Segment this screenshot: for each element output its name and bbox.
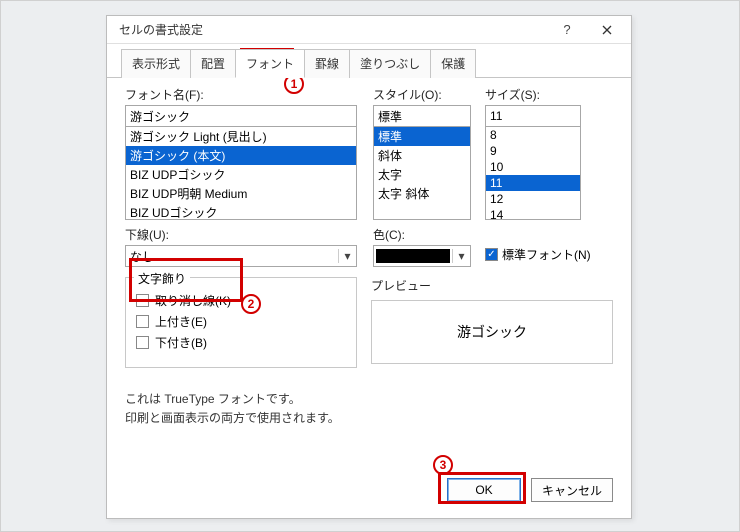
list-item[interactable]: BIZ UDP明朝 Medium	[126, 184, 356, 203]
font-name-input[interactable]	[125, 105, 357, 127]
strikethrough-checkbox[interactable]: 取り消し線(K)	[136, 292, 346, 309]
font-name-label: フォント名(F):	[125, 86, 357, 103]
titlebar: セルの書式設定 ?	[107, 16, 631, 44]
tab-alignment[interactable]: 配置	[190, 49, 236, 78]
font-style-input[interactable]	[373, 105, 471, 127]
subscript-label: 下付き(B)	[155, 334, 207, 351]
tab-border[interactable]: 罫線	[304, 49, 350, 78]
superscript-checkbox[interactable]: 上付き(E)	[136, 313, 346, 330]
checkbox-icon	[136, 315, 149, 328]
tab-strip: 表示形式 配置 フォント 罫線 塗りつぶし 保護	[107, 44, 631, 78]
color-swatch	[376, 249, 450, 263]
list-item[interactable]: 12	[486, 191, 580, 207]
list-item[interactable]: 8	[486, 127, 580, 143]
font-style-label: スタイル(O):	[373, 86, 471, 103]
note-line-2: 印刷と画面表示の両方で使用されます。	[125, 409, 613, 428]
underline-combo[interactable]: なし ▾	[125, 245, 357, 267]
list-item[interactable]: 9	[486, 143, 580, 159]
color-combo[interactable]: ▾	[373, 245, 471, 267]
underline-label: 下線(U):	[125, 226, 357, 243]
font-note: これは TrueType フォントです。 印刷と画面表示の両方で使用されます。	[125, 390, 613, 428]
format-cells-dialog: セルの書式設定 ? 表示形式 配置 フォント 罫線 塗りつぶし 保護 フォント名…	[106, 15, 632, 519]
list-item[interactable]: BIZ UDゴシック	[126, 203, 356, 220]
help-button[interactable]: ?	[547, 17, 587, 43]
ok-button[interactable]: OK	[447, 478, 521, 502]
underline-value: なし	[126, 248, 338, 265]
chevron-down-icon: ▾	[338, 249, 356, 263]
close-button[interactable]	[587, 17, 627, 43]
list-item[interactable]: 游ゴシック (本文)	[126, 146, 356, 165]
superscript-label: 上付き(E)	[155, 313, 207, 330]
color-label: 色(C):	[373, 226, 471, 243]
close-icon	[602, 25, 612, 35]
standard-font-checkbox[interactable]: ✓ 標準フォント(N)	[485, 246, 613, 263]
list-item[interactable]: 太字	[374, 165, 470, 184]
list-item[interactable]: 標準	[374, 127, 470, 146]
checkbox-icon	[136, 336, 149, 349]
list-item[interactable]: 14	[486, 207, 580, 220]
list-item[interactable]: 斜体	[374, 146, 470, 165]
dialog-buttons: OK キャンセル	[107, 468, 631, 518]
list-item[interactable]: 太字 斜体	[374, 184, 470, 203]
standard-font-label: 標準フォント(N)	[502, 246, 591, 263]
tab-number[interactable]: 表示形式	[121, 49, 191, 78]
checkbox-icon	[136, 294, 149, 307]
tab-protection[interactable]: 保護	[430, 49, 476, 78]
font-name-list[interactable]: 游ゴシック Light (見出し) 游ゴシック (本文) BIZ UDPゴシック…	[125, 126, 357, 220]
font-size-list[interactable]: 8 9 10 11 12 14	[485, 126, 581, 220]
chevron-down-icon: ▾	[452, 249, 470, 263]
tab-content: フォント名(F): 游ゴシック Light (見出し) 游ゴシック (本文) B…	[107, 78, 631, 468]
font-size-label: サイズ(S):	[485, 86, 581, 103]
effects-group: 文字飾り 取り消し線(K) 上付き(E) 下付き(B)	[125, 277, 357, 368]
cancel-button[interactable]: キャンセル	[531, 478, 613, 502]
check-icon: ✓	[485, 248, 498, 261]
list-item[interactable]: 11	[486, 175, 580, 191]
effects-legend: 文字飾り	[134, 270, 190, 287]
subscript-checkbox[interactable]: 下付き(B)	[136, 334, 346, 351]
tab-fill[interactable]: 塗りつぶし	[349, 49, 431, 78]
dialog-title: セルの書式設定	[119, 21, 547, 38]
note-line-1: これは TrueType フォントです。	[125, 390, 613, 409]
list-item[interactable]: 10	[486, 159, 580, 175]
font-style-list[interactable]: 標準 斜体 太字 太字 斜体	[373, 126, 471, 220]
strikethrough-label: 取り消し線(K)	[155, 292, 231, 309]
font-size-input[interactable]	[485, 105, 581, 127]
list-item[interactable]: BIZ UDPゴシック	[126, 165, 356, 184]
preview-box: 游ゴシック	[371, 300, 613, 364]
tab-font[interactable]: フォント	[235, 49, 305, 78]
app-background: セルの書式設定 ? 表示形式 配置 フォント 罫線 塗りつぶし 保護 フォント名…	[0, 0, 740, 532]
preview-sample: 游ゴシック	[457, 322, 527, 342]
preview-legend: プレビュー	[371, 277, 613, 294]
list-item[interactable]: 游ゴシック Light (見出し)	[126, 127, 356, 146]
